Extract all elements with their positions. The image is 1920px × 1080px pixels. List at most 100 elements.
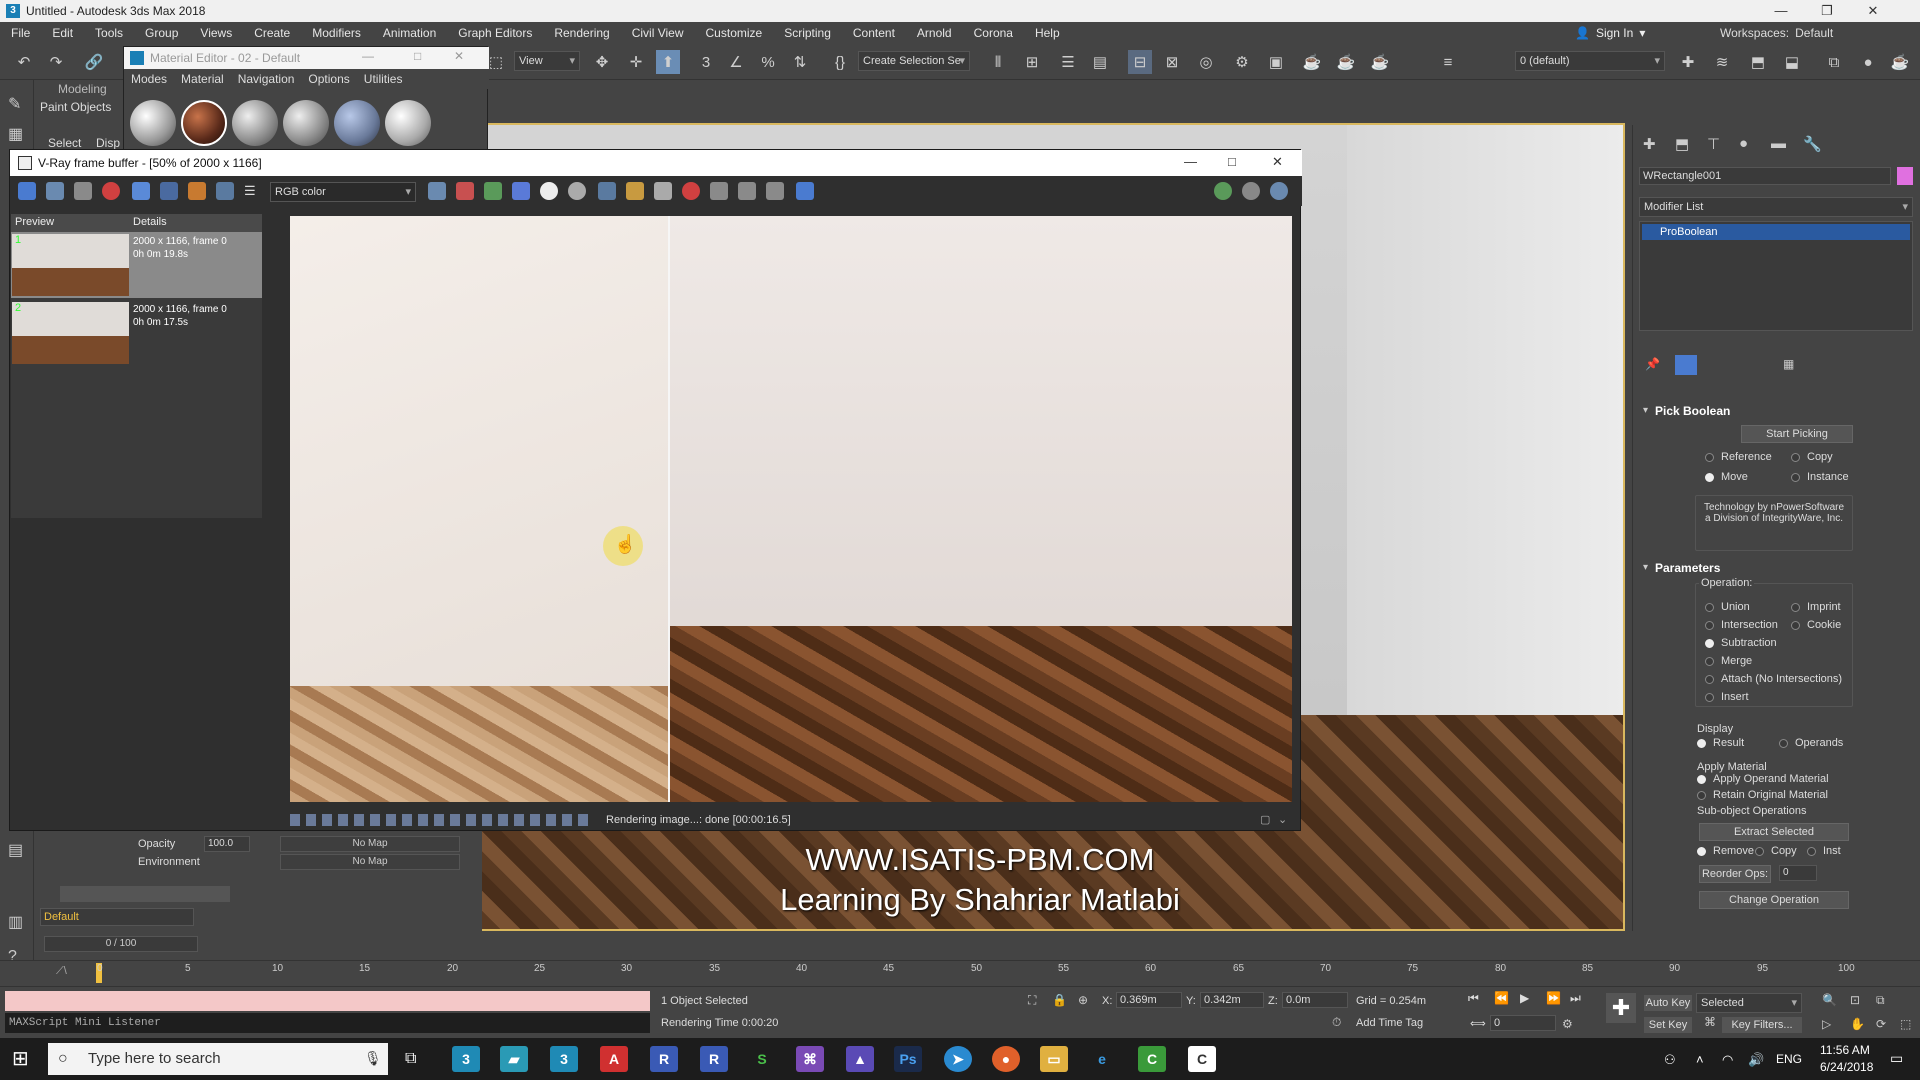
me-maximize-button[interactable]: □ bbox=[414, 49, 421, 63]
operands-radio[interactable] bbox=[1779, 739, 1788, 748]
selection-to-layer-icon[interactable]: ⬒ bbox=[1746, 50, 1770, 74]
time-config-icon[interactable]: ⟋\ bbox=[56, 965, 67, 978]
object-name-field[interactable]: WRectangle001 bbox=[1639, 167, 1891, 185]
rendered-image[interactable]: ☝ bbox=[290, 216, 1292, 802]
set-key-button[interactable]: Set Key bbox=[1644, 1017, 1692, 1033]
opacity-map-button[interactable]: No Map bbox=[280, 836, 460, 852]
scene-explorer-side-icon[interactable]: ▤ bbox=[8, 840, 23, 860]
red-channel-icon[interactable] bbox=[456, 182, 474, 200]
history-toggle-icon[interactable] bbox=[18, 182, 36, 200]
time-config-icon[interactable]: ⚙ bbox=[1562, 1017, 1573, 1031]
vfb-minimize-button[interactable]: — bbox=[1184, 154, 1197, 169]
task-view-icon[interactable]: ⧉ bbox=[405, 1050, 416, 1068]
absolute-mode-icon[interactable]: ⊕ bbox=[1078, 993, 1088, 1007]
select-move-icon[interactable]: ✥ bbox=[590, 50, 614, 74]
menu-file[interactable]: File bbox=[0, 22, 41, 44]
region-render-icon[interactable] bbox=[710, 182, 728, 200]
zoom-extents-icon[interactable]: ⧉ bbox=[1876, 993, 1885, 1008]
previous-frame-icon[interactable]: ⏪ bbox=[1494, 991, 1509, 1005]
retain-original-radio[interactable] bbox=[1697, 791, 1706, 800]
chevron-up-icon[interactable]: ˄ bbox=[1696, 1052, 1704, 1067]
taskbar-photoshop-icon[interactable]: Ps bbox=[894, 1046, 922, 1072]
stop-render-icon[interactable] bbox=[682, 182, 700, 200]
rollout-collapse-icon[interactable]: ▾ bbox=[1643, 562, 1648, 573]
render-iterative-icon[interactable]: ☕ bbox=[1334, 50, 1358, 74]
me-close-button[interactable]: ✕ bbox=[454, 49, 464, 63]
taskbar-3dsmax-icon[interactable]: 3 bbox=[452, 1046, 480, 1072]
object-color-swatch[interactable] bbox=[1897, 167, 1913, 185]
channel-dropdown[interactable]: RGB color bbox=[270, 182, 416, 202]
taskbar-revit-icon[interactable]: R bbox=[650, 1046, 678, 1072]
ribbon-tab-paint-objects[interactable]: Paint Objects bbox=[40, 100, 111, 114]
maxscript-listener-output[interactable] bbox=[5, 991, 650, 1011]
material-editor-icon[interactable]: ◎ bbox=[1194, 50, 1218, 74]
environment-map-button[interactable]: No Map bbox=[280, 854, 460, 870]
select-manipulate-icon[interactable]: ⬆ bbox=[656, 50, 680, 74]
swap-ab-icon[interactable] bbox=[216, 182, 234, 200]
taskbar-camtasia-icon[interactable]: C bbox=[1138, 1046, 1166, 1072]
angle-snap-icon[interactable]: ∠ bbox=[724, 50, 748, 74]
spinner-snap-icon[interactable]: ⇅ bbox=[788, 50, 812, 74]
hide-layer-icon[interactable]: ⬓ bbox=[1780, 50, 1804, 74]
white-circle-icon[interactable] bbox=[540, 182, 558, 200]
configure-modifier-sets-icon[interactable]: ▦ bbox=[1783, 357, 1794, 371]
show-end-result-icon[interactable] bbox=[1675, 355, 1697, 375]
taskbar-app-3-icon[interactable]: C bbox=[1188, 1046, 1216, 1072]
time-slider[interactable]: 0 / 100 bbox=[44, 936, 198, 952]
current-frame-field[interactable]: 0 bbox=[1490, 1015, 1556, 1031]
wifi-icon[interactable]: ◠ bbox=[1722, 1052, 1733, 1068]
object-paint-icon[interactable]: ✎ bbox=[8, 94, 21, 114]
y-coordinate-field[interactable]: 0.342m bbox=[1200, 992, 1264, 1008]
isolate-icon[interactable]: ⛶ bbox=[1028, 993, 1036, 1008]
menu-views[interactable]: Views bbox=[189, 22, 243, 44]
sphere-gray-icon[interactable] bbox=[1242, 182, 1260, 200]
teapot-render-icon[interactable] bbox=[1270, 182, 1288, 200]
menu-tools[interactable]: Tools bbox=[84, 22, 134, 44]
windows-start-icon[interactable]: ⊞ bbox=[12, 1046, 29, 1071]
lens-effects-icon[interactable] bbox=[796, 182, 814, 200]
green-channel-icon[interactable] bbox=[484, 182, 502, 200]
layers-side-icon[interactable]: ▥ bbox=[8, 912, 23, 932]
apply-operand-radio[interactable] bbox=[1697, 775, 1706, 784]
timeline[interactable]: ⟋\ 0 5 10 15 20 25 30 35 40 45 50 55 60 … bbox=[0, 960, 1920, 986]
save-image-icon[interactable] bbox=[46, 182, 64, 200]
sphere-green-icon[interactable] bbox=[1214, 182, 1232, 200]
curve-editor-icon[interactable]: ⊟ bbox=[1128, 50, 1152, 74]
modifier-stack-item[interactable]: ProBoolean bbox=[1642, 224, 1910, 240]
taskbar-telegram-icon[interactable]: ➤ bbox=[944, 1046, 972, 1072]
insert-radio[interactable] bbox=[1705, 693, 1714, 702]
union-radio[interactable] bbox=[1705, 603, 1714, 612]
ab-compare-icon[interactable] bbox=[132, 182, 150, 200]
taskbar-app-icon[interactable]: ▰ bbox=[500, 1046, 528, 1072]
material-slot-6[interactable] bbox=[385, 100, 431, 146]
move-radio[interactable] bbox=[1705, 473, 1714, 482]
next-frame-icon[interactable]: ⏩ bbox=[1546, 991, 1561, 1005]
go-to-start-icon[interactable]: ⏮ bbox=[1468, 991, 1479, 1006]
selected-dropdown[interactable]: Selected bbox=[1696, 993, 1802, 1013]
clock-time[interactable]: 11:56 AM bbox=[1820, 1043, 1870, 1057]
taskbar-autocad-icon[interactable]: A bbox=[600, 1046, 628, 1072]
material-slot-5[interactable] bbox=[334, 100, 380, 146]
taskbar-firefox-icon[interactable]: ● bbox=[992, 1046, 1020, 1072]
save-all-icon[interactable] bbox=[598, 182, 616, 200]
imprint-checkbox[interactable] bbox=[1791, 603, 1800, 612]
field-of-view-icon[interactable]: ▷ bbox=[1822, 1017, 1831, 1031]
vfb-chevron-down-icon[interactable]: ⌄ bbox=[1278, 810, 1287, 830]
taskbar-app-2-icon[interactable]: ▲ bbox=[846, 1046, 874, 1072]
restore-button[interactable]: ❐ bbox=[1804, 0, 1850, 22]
zoom-icon[interactable]: 🔍 bbox=[1822, 993, 1837, 1007]
menu-rendering[interactable]: Rendering bbox=[543, 22, 620, 44]
sign-in-button[interactable]: 👤 Sign In ▾ bbox=[1575, 22, 1695, 44]
track-mouse-icon[interactable] bbox=[738, 182, 756, 200]
attach-radio[interactable] bbox=[1705, 675, 1714, 684]
scrollbar[interactable] bbox=[60, 886, 230, 902]
menu-icon[interactable]: ☰ bbox=[244, 182, 262, 200]
ribbon-toggle-icon[interactable]: ▤ bbox=[1088, 50, 1112, 74]
vfb-maximize-button[interactable]: □ bbox=[1228, 154, 1236, 169]
zoom-all-icon[interactable]: ⊡ bbox=[1850, 993, 1860, 1007]
me-menu-modes[interactable]: Modes bbox=[124, 69, 174, 89]
reorder-value-spinner[interactable]: 0 bbox=[1779, 865, 1817, 881]
ab-compare-split-handle[interactable] bbox=[668, 216, 670, 802]
instance-radio[interactable] bbox=[1791, 473, 1800, 482]
remove-radio[interactable] bbox=[1697, 847, 1706, 856]
